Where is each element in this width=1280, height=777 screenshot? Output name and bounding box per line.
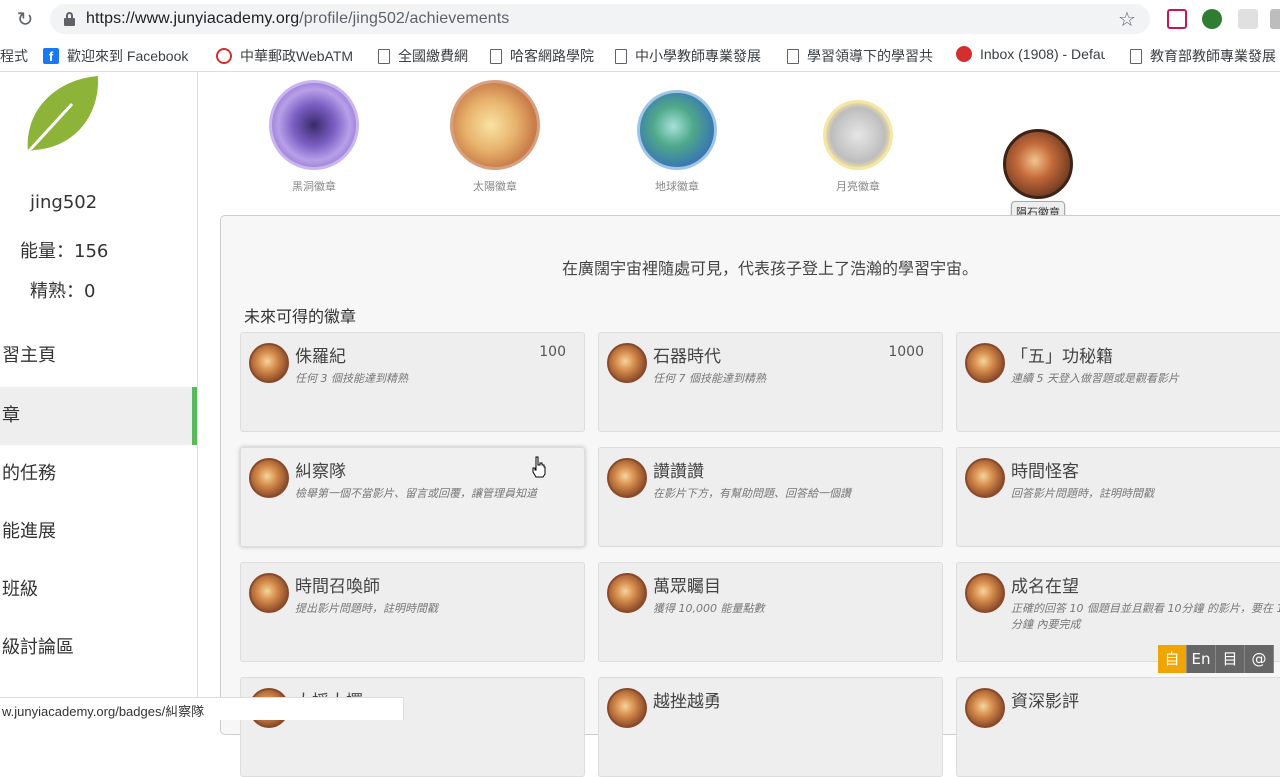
section-title: 未來可得的徽章 — [244, 307, 357, 326]
ime-menu-button[interactable]: 目 — [1216, 645, 1245, 673]
username: jing502 — [30, 192, 98, 213]
earth-badge-icon — [637, 90, 717, 170]
ime-toolbar: 自 En 目 @ — [1158, 645, 1274, 673]
sidebar-item-skill-progress[interactable]: 能進展 — [0, 503, 197, 561]
document-icon — [490, 48, 502, 64]
badge-card[interactable]: 時間怪客 回答影片問題時，註明時間戳 — [956, 447, 1280, 547]
sidebar-item-badges[interactable]: 章 — [0, 387, 197, 445]
extension-icon[interactable] — [1270, 9, 1280, 29]
lock-icon — [64, 12, 76, 26]
badge-category-black-hole[interactable]: 黑洞徽章 — [268, 80, 360, 194]
black-hole-badge-icon — [269, 80, 359, 170]
badge-card[interactable]: 越挫越勇 — [598, 677, 943, 777]
bookmark-item[interactable]: Inbox (1908) - Defau — [956, 46, 1105, 62]
bookmark-item[interactable]: 程式 — [0, 46, 28, 66]
badge-card[interactable]: 大摇大擺 — [240, 677, 585, 777]
sidebar-item-missions[interactable]: 的任務 — [0, 445, 197, 503]
browser-address-bar: ↻ https://www.junyiacademy.org/profile/j… — [0, 0, 1280, 38]
meteor-badge-icon — [607, 343, 647, 383]
meteor-badge-icon — [607, 573, 647, 613]
bookmark-item[interactable]: 哈客網路學院 — [490, 46, 594, 66]
meteor-badge-icon — [249, 573, 289, 613]
meteor-badge-icon — [607, 458, 647, 498]
badge-category-earth[interactable]: 地球徽章 — [636, 90, 718, 194]
post-icon — [216, 48, 232, 64]
bookmarks-bar: 程式 f 歡迎來到 Facebook 中華郵政WebATM 全國繳費網 哈客網路學… — [0, 38, 1280, 72]
hand-cursor-icon — [532, 456, 546, 478]
meteor-badge-icon — [249, 458, 289, 498]
bookmark-item[interactable]: 中華郵政WebATM — [216, 46, 353, 66]
document-icon — [1130, 48, 1142, 64]
sidebar-item-class-discussion[interactable]: 級討論區 — [0, 619, 197, 677]
meteor-badge-icon — [965, 688, 1005, 728]
badge-card[interactable]: 時間召喚師 提出影片問題時，註明時間戳 — [240, 562, 585, 662]
url-field[interactable]: https://www.junyiacademy.org/profile/jin… — [50, 4, 1150, 34]
reload-icon[interactable]: ↻ — [14, 8, 36, 30]
badge-card[interactable]: 讚讚讚 在影片下方，有幫助問題、回答給一個讚 — [598, 447, 943, 547]
badge-category-moon[interactable]: 月亮徽章 — [822, 100, 894, 194]
badge-card[interactable]: 「五」功秘籍 連續 5 天登入做習題或是觀看影片 — [956, 332, 1280, 432]
category-description: 在廣闊宇宙裡隨處可見，代表孩子登上了浩瀚的學習宇宙。 — [561, 259, 978, 278]
bookmark-star-icon[interactable]: ☆ — [1118, 7, 1136, 31]
sidebar-item-learning-home[interactable]: 習主頁 — [0, 327, 197, 385]
ime-symbol-button[interactable]: @ — [1245, 645, 1274, 673]
meteor-badge-icon — [607, 688, 647, 728]
meteor-badge-icon — [249, 343, 289, 383]
ime-mode-button[interactable]: 自 — [1158, 645, 1187, 673]
meteor-badge-icon — [1003, 129, 1073, 199]
meteor-badge-icon — [965, 343, 1005, 383]
badge-card[interactable]: 資深影評 — [956, 677, 1280, 777]
bookmark-item[interactable]: 學習領導下的學習共 — [787, 46, 935, 66]
bookmark-item[interactable]: f 歡迎來到 Facebook — [43, 46, 188, 66]
bookmark-item[interactable]: 中小學教師專業發展 — [615, 46, 763, 66]
document-icon — [615, 48, 627, 64]
mail-icon — [956, 46, 972, 62]
meteor-badge-icon — [965, 573, 1005, 613]
mastery-count: 精熟：0 — [30, 281, 96, 302]
extension-icon[interactable] — [1238, 9, 1258, 29]
profile-sidebar: jing502 能量：156 精熟：0 習主頁 章 的任務 能進展 班級 級討論… — [0, 72, 198, 720]
bookmark-item[interactable]: 全國繳費網 — [378, 46, 468, 66]
badge-card[interactable]: 侏羅紀 100 任何 3 個技能達到精熟 — [240, 332, 585, 432]
avatar — [26, 76, 99, 154]
url-host: https://www.junyiacademy.org — [86, 10, 300, 27]
moon-badge-icon — [823, 100, 893, 170]
meteor-badge-icon — [965, 458, 1005, 498]
badge-card[interactable]: 石器時代 1000 任何 7 個技能達到精熟 — [598, 332, 943, 432]
badge-category-sun[interactable]: 太陽徽章 — [449, 80, 541, 194]
badge-category-meteor[interactable]: 隕石徽章 — [1000, 129, 1076, 223]
document-icon — [378, 48, 390, 64]
bookmark-item[interactable]: 教育部教師專業發展 — [1130, 46, 1276, 66]
status-bar-url: w.junyiacademy.org/badges/糾察隊 — [0, 697, 404, 720]
badge-card[interactable]: 萬眾矚目 獲得 10,000 能量點數 — [598, 562, 943, 662]
evernote-extension-icon[interactable] — [1202, 9, 1222, 29]
sidebar-item-classes[interactable]: 班級 — [0, 561, 197, 619]
ime-language-button[interactable]: En — [1187, 645, 1216, 673]
facebook-icon: f — [43, 48, 59, 64]
sun-badge-icon — [450, 80, 540, 170]
pocket-extension-icon[interactable] — [1167, 9, 1187, 29]
document-icon — [787, 48, 799, 64]
url-path: /profile/jing502/achievements — [299, 10, 510, 27]
